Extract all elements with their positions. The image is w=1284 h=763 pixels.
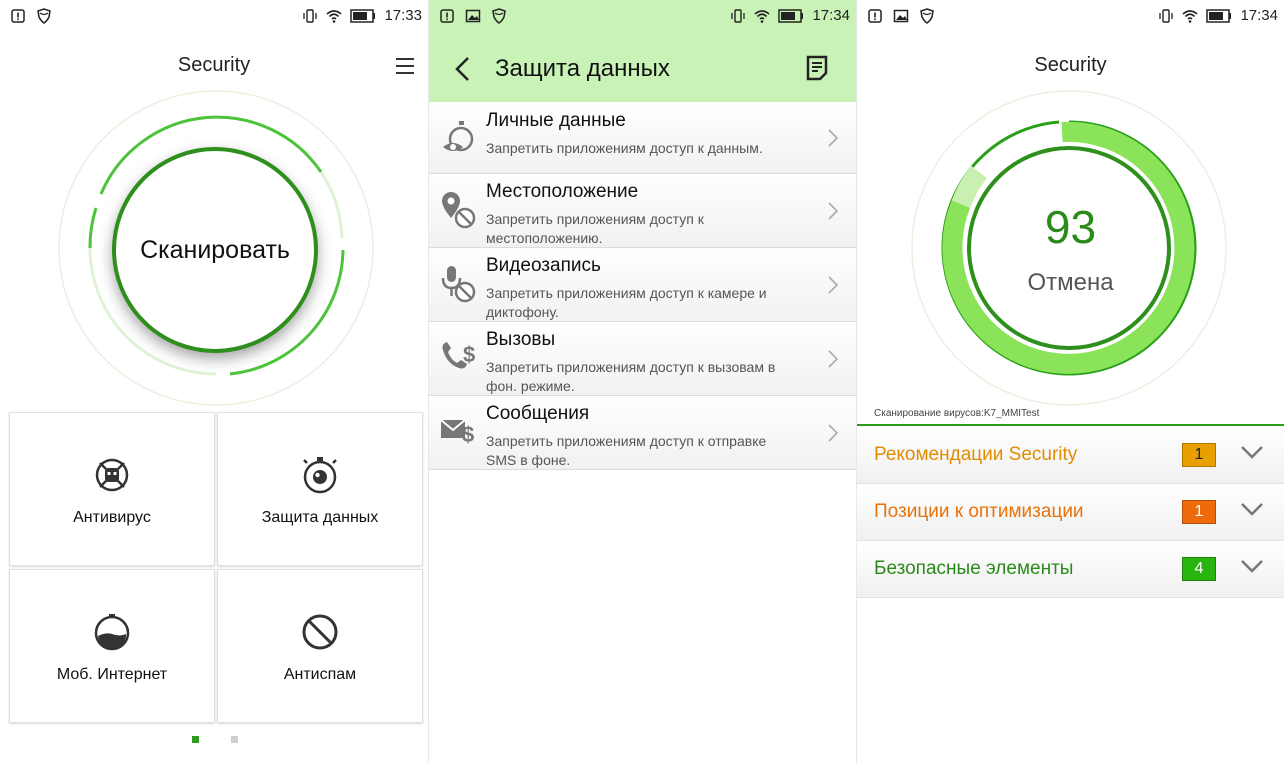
category-safe-items[interactable]: Безопасные элементы 4 xyxy=(857,541,1284,598)
item-title: Видеозапись xyxy=(486,255,601,276)
vibrate-icon xyxy=(303,8,318,23)
clock: 17:33 xyxy=(384,7,422,24)
location-icon xyxy=(442,192,476,229)
tile-antivirus[interactable]: Антивирус xyxy=(9,412,215,566)
tile-label: Антиспам xyxy=(283,666,357,683)
shield-icon xyxy=(492,8,506,24)
item-description: Запретить приложениям доступ к местополо… xyxy=(486,211,704,246)
tile-data-protection[interactable]: Защита данных xyxy=(217,412,423,566)
category-recommendations[interactable]: Рекомендации Security 1 xyxy=(857,427,1284,484)
call-icon: $ xyxy=(442,342,475,369)
scan-button[interactable]: Сканировать xyxy=(112,147,318,353)
tile-label: Защита данных xyxy=(261,509,379,526)
list-item-calls[interactable]: $ Вызовы Запретить приложениям доступ к … xyxy=(429,322,856,396)
scan-progress-screen: 17:34 Security 93 Отмена Сканирование ви… xyxy=(857,0,1284,763)
clock: 17:34 xyxy=(812,7,850,24)
status-bar: 17:34 xyxy=(429,0,856,34)
wifi-icon xyxy=(754,9,770,23)
battery-icon xyxy=(350,8,376,23)
scan-score: 93 xyxy=(1044,201,1097,253)
chevron-down-icon[interactable] xyxy=(1240,559,1264,573)
chevron-right-icon xyxy=(828,350,838,368)
item-title: Личные данные xyxy=(486,110,626,131)
stopwatch-eye-icon xyxy=(303,457,337,494)
svg-text:$: $ xyxy=(462,422,474,447)
page-dot xyxy=(231,736,238,743)
personal-data-icon xyxy=(443,121,474,152)
security-home-screen: 17:33 Security Сканировать Антивирус Защ… xyxy=(0,0,428,763)
chevron-right-icon xyxy=(828,276,838,294)
item-title: Вызовы xyxy=(486,329,556,350)
list-item-location[interactable]: Местоположение Запретить приложениям дос… xyxy=(429,174,856,248)
tile-label: Моб. Интернет xyxy=(56,666,168,683)
chevron-right-icon xyxy=(828,424,838,442)
back-arrow-icon[interactable] xyxy=(453,56,473,82)
category-optimization[interactable]: Позиции к оптимизации 1 xyxy=(857,484,1284,541)
image-icon xyxy=(465,9,481,23)
alert-icon xyxy=(11,9,25,23)
list-item-video-recording[interactable]: Видеозапись Запретить приложениям доступ… xyxy=(429,248,856,322)
shield-icon xyxy=(920,8,934,24)
page-title: Защита данных xyxy=(495,55,670,82)
item-description: Запретить приложениям доступ к данным. xyxy=(486,140,763,156)
alert-icon xyxy=(440,9,454,23)
chevron-right-icon xyxy=(828,129,838,147)
status-bar: 17:34 xyxy=(857,0,1284,34)
page-title: Security xyxy=(177,54,251,76)
menu-icon[interactable] xyxy=(396,58,414,79)
progress-line xyxy=(857,424,1284,426)
count-badge: 1 xyxy=(1182,500,1216,524)
category-label: Безопасные элементы xyxy=(874,558,1074,579)
wifi-icon xyxy=(1182,9,1198,23)
cancel-button[interactable]: Отмена xyxy=(857,269,1284,297)
clock: 17:34 xyxy=(1240,7,1278,24)
block-icon xyxy=(302,614,338,650)
chevron-right-icon xyxy=(828,202,838,220)
item-description: Запретить приложениям доступ к отправке … xyxy=(486,433,767,468)
item-description: Запретить приложениям доступ к вызовам в… xyxy=(486,359,776,394)
tile-antispam[interactable]: Антиспам xyxy=(217,569,423,723)
category-label: Позиции к оптимизации xyxy=(874,501,1084,522)
bug-icon xyxy=(95,458,129,492)
vibrate-icon xyxy=(1159,8,1174,23)
sms-icon: $ xyxy=(440,419,474,447)
data-protection-screen: 17:34 Защита данных Личные данные Запрет… xyxy=(429,0,856,763)
page-dot-active xyxy=(192,736,199,743)
status-bar: 17:33 xyxy=(0,0,428,34)
count-badge: 4 xyxy=(1182,557,1216,581)
wifi-icon xyxy=(326,9,342,23)
scan-status-text: Сканирование вирусов:K7_MMITest xyxy=(874,408,1040,419)
list-item-messages[interactable]: $ Сообщения Запретить приложениям доступ… xyxy=(429,396,856,470)
svg-text:$: $ xyxy=(463,342,475,367)
battery-icon xyxy=(1206,8,1232,23)
list-item-personal-data[interactable]: Личные данные Запретить приложениям дост… xyxy=(429,103,856,174)
gauge-icon xyxy=(94,614,130,651)
microphone-icon xyxy=(441,266,476,303)
vibrate-icon xyxy=(731,8,746,23)
battery-icon xyxy=(778,8,804,23)
category-label: Рекомендации Security xyxy=(874,444,1078,465)
header-bar: 17:34 Защита данных xyxy=(429,0,856,102)
chevron-down-icon[interactable] xyxy=(1240,445,1264,459)
page-title: Security xyxy=(1034,54,1107,76)
tile-label: Антивирус xyxy=(73,509,151,526)
chevron-down-icon[interactable] xyxy=(1240,502,1264,516)
item-description: Запретить приложениям доступ к камере и … xyxy=(486,285,767,320)
item-title: Местоположение xyxy=(486,181,639,202)
count-badge: 1 xyxy=(1182,443,1216,467)
shield-icon xyxy=(37,8,51,24)
alert-icon xyxy=(868,9,882,23)
item-title: Сообщения xyxy=(486,403,590,424)
tile-mobile-internet[interactable]: Моб. Интернет xyxy=(9,569,215,723)
document-icon[interactable] xyxy=(806,55,828,81)
image-icon xyxy=(893,9,909,23)
